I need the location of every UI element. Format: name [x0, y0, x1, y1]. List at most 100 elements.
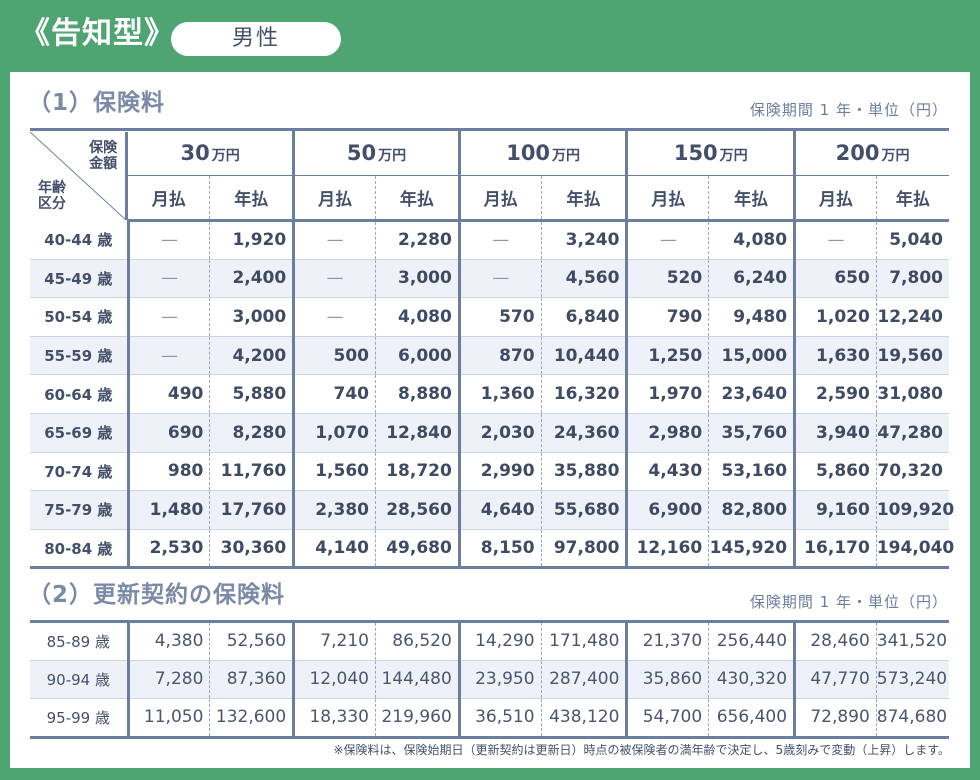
content-panel: （1）保険料 保険期間 1 年・単位（円） 保険 金額 年齢 区分 30万円	[10, 72, 970, 768]
monthly-header: 月払	[794, 175, 877, 222]
premium-table: 保険 金額 年齢 区分 30 万円 50 万円 100 万円 150 万円 200 万円 …	[30, 128, 955, 570]
monthly-premium-cell: —	[128, 336, 211, 376]
yearly-premium-cell: 144,480	[375, 660, 461, 699]
monthly-premium-cell: —	[459, 220, 542, 260]
age-range-cell: 50-54 歳	[30, 297, 130, 337]
yearly-premium-cell: 53,160	[708, 452, 797, 492]
monthly-premium-cell: 870	[459, 336, 542, 376]
monthly-premium-cell: 23,950	[459, 660, 542, 699]
monthly-premium-cell: 570	[459, 297, 542, 337]
yearly-premium-cell: 256,440	[708, 621, 797, 661]
yearly-header: 年払	[209, 175, 296, 222]
header-bar: 《告知型》 男性	[0, 0, 980, 72]
monthly-premium-cell: 1,480	[128, 490, 211, 530]
monthly-premium-cell: 4,380	[128, 621, 211, 661]
monthly-premium-cell: 21,370	[626, 621, 710, 661]
yearly-premium-cell: 12,840	[375, 413, 461, 453]
table-row: 75-79 歳 1,480 17,760 2,380 28,560 4,640 55,680…	[30, 490, 954, 530]
amount-header-150: 150 万円	[626, 129, 797, 176]
monthly-premium-cell: 1,360	[459, 374, 542, 414]
monthly-premium-cell: 980	[128, 452, 211, 492]
monthly-premium-cell: —	[128, 297, 211, 337]
monthly-premium-cell: 14,290	[459, 621, 542, 661]
yearly-premium-cell: 15,000	[708, 336, 797, 376]
yearly-premium-cell: 97,800	[541, 529, 629, 568]
monthly-premium-cell: 1,020	[794, 297, 877, 337]
monthly-premium-cell: 3,940	[794, 413, 877, 453]
yearly-premium-cell: 18,720	[375, 452, 461, 492]
monthly-premium-cell: 1,560	[293, 452, 376, 492]
table-row: 65-69 歳 690 8,280 1,070 12,840 2,030 24,360 2,9…	[30, 413, 949, 453]
yearly-premium-cell: 82,800	[708, 490, 797, 530]
monthly-premium-cell: 2,590	[794, 374, 877, 414]
section2-title: （2）更新契約の保険料	[28, 582, 286, 608]
yearly-premium-cell: 6,240	[708, 259, 797, 299]
yearly-header: 年払	[541, 175, 629, 222]
age-range-cell: 90-94 歳	[30, 660, 130, 699]
age-range-cell: 95-99 歳	[30, 698, 130, 737]
age-range-cell: 75-79 歳	[30, 490, 130, 530]
monthly-premium-cell: 490	[128, 374, 211, 414]
table-corner-header: 保険 金額 年齢 区分	[30, 130, 129, 221]
yearly-premium-cell: 874,680	[876, 707, 948, 728]
monthly-premium-cell: 2,990	[459, 452, 542, 492]
yearly-premium-cell: 194,040	[876, 538, 955, 559]
monthly-premium-cell: 7,210	[293, 621, 376, 661]
monthly-premium-cell: —	[459, 259, 542, 299]
table-row: 95-99 歳 11,050 132,600 18,330 219,960 36,510 4…	[30, 698, 949, 737]
monthly-premium-cell: 4,640	[459, 490, 542, 530]
section2-unit-note: 保険期間 1 年・単位（円）	[749, 593, 948, 611]
yearly-premium-cell: 3,000	[375, 259, 461, 299]
table-row: 90-94 歳 7,280 87,360 12,040 144,480 23,950 287…	[30, 660, 949, 699]
yearly-premium-cell: 17,760	[209, 490, 296, 530]
yearly-premium-cell: 4,080	[708, 220, 797, 260]
amount-header-200: 200 万円	[794, 129, 949, 176]
yearly-premium-cell: 9,480	[708, 297, 797, 337]
yearly-premium-cell: 31,080	[876, 374, 949, 414]
age-range-cell: 65-69 歳	[30, 413, 130, 453]
monthly-premium-cell: 9,160	[794, 490, 877, 530]
monthly-premium-cell: 7,280	[128, 660, 211, 699]
yearly-premium-cell: 10,440	[541, 336, 629, 376]
yearly-premium-cell: 28,560	[375, 490, 461, 530]
yearly-premium-cell: 70,320	[876, 452, 949, 492]
monthly-premium-cell: 1,630	[794, 336, 877, 376]
table-row: 70-74 歳 980 11,760 1,560 18,720 2,990 35,880 4,…	[30, 452, 949, 492]
yearly-premium-cell: 4,560	[541, 259, 629, 299]
yearly-premium-cell: 8,280	[209, 413, 296, 453]
monthly-premium-cell: 2,380	[293, 490, 376, 530]
yearly-premium-cell: 171,480	[541, 621, 629, 661]
table-row: 55-59 歳 —4,200 500 6,000 870 10,440 1,250 15,00…	[30, 336, 949, 376]
yearly-premium-cell: 35,760	[708, 413, 797, 453]
monthly-premium-cell: 2,530	[128, 529, 211, 568]
monthly-premium-cell: 8,150	[459, 529, 542, 568]
monthly-premium-cell: 16,170	[794, 529, 877, 568]
yearly-premium-cell: 438,120	[541, 698, 629, 737]
yearly-premium-cell: 573,240	[876, 660, 949, 699]
yearly-premium-cell: 6,000	[375, 336, 461, 376]
yearly-premium-cell: 5,040	[876, 220, 949, 260]
yearly-premium-cell: 341,520	[876, 621, 949, 661]
section1-unit-note: 保険期間 1 年・単位（円）	[749, 101, 948, 119]
table-row: 50-54 歳 —3,000—4,080 570 6,840 790 9,480 1,020…	[30, 297, 949, 337]
yearly-premium-cell: 7,800	[876, 259, 949, 299]
yearly-premium-cell: 52,560	[209, 621, 296, 661]
yearly-premium-cell: 16,320	[541, 374, 629, 414]
monthly-premium-cell: 12,160	[626, 529, 710, 568]
monthly-premium-cell: —	[128, 220, 211, 260]
yearly-premium-cell: 55,680	[541, 490, 629, 530]
yearly-premium-cell: 132,600	[209, 698, 296, 737]
yearly-premium-cell: 12,240	[876, 297, 949, 337]
age-range-cell: 55-59 歳	[30, 336, 130, 376]
monthly-premium-cell: —	[293, 220, 376, 260]
footnote: ※保険料は、保険始期日（更新契約は更新日）時点の被保険者の満年齢で決定し、5歳刻…	[333, 743, 951, 757]
yearly-premium-cell: 19,560	[876, 336, 949, 376]
section1-title: （1）保険料	[28, 90, 166, 116]
monthly-premium-cell: 1,070	[293, 413, 376, 453]
monthly-premium-cell: —	[794, 220, 877, 260]
yearly-premium-cell: 656,400	[708, 698, 797, 737]
age-range-cell: 85-89 歳	[30, 621, 130, 661]
age-range-cell: 45-49 歳	[30, 259, 130, 299]
monthly-premium-cell: 520	[626, 259, 710, 299]
yearly-header: 年払	[876, 175, 949, 222]
